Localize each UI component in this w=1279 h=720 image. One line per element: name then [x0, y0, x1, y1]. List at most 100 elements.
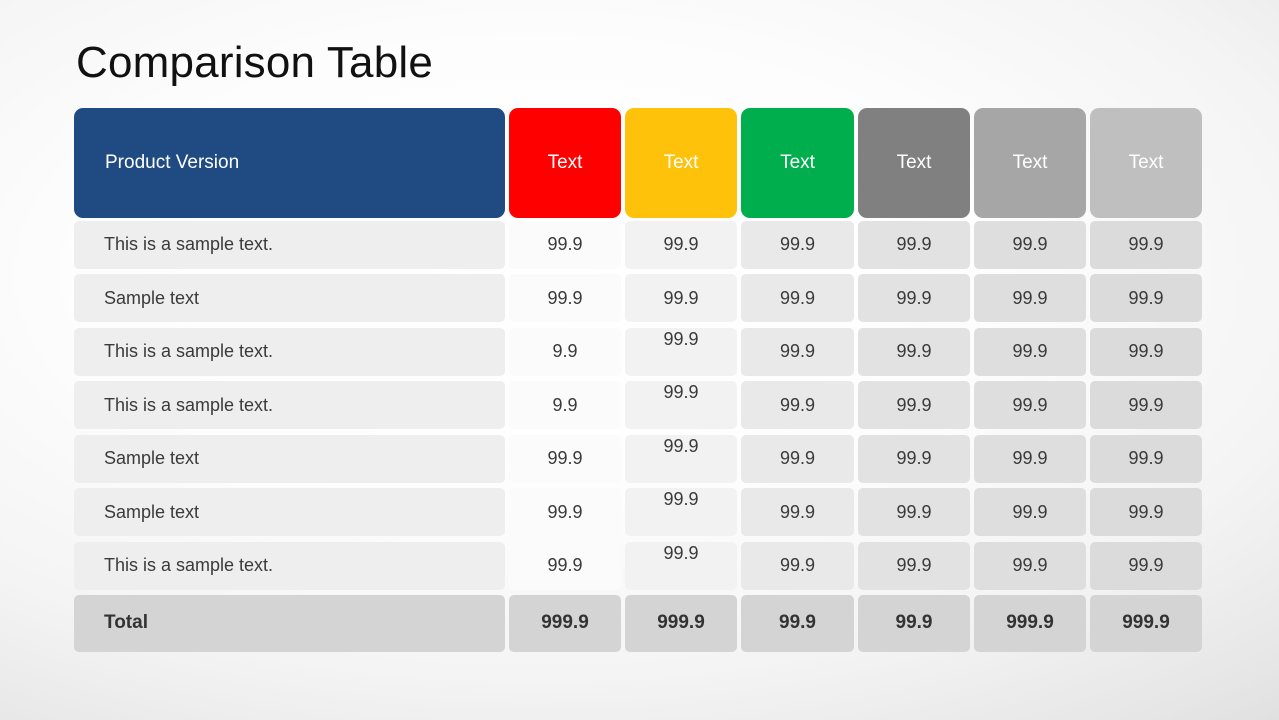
- row-value-cell[interactable]: 99.9: [974, 434, 1086, 483]
- row-value-cell[interactable]: 99.9: [625, 434, 737, 483]
- row-value-cell[interactable]: 99.9: [509, 434, 621, 483]
- row-value-cell[interactable]: 99.9: [741, 434, 854, 483]
- table-row: Sample text 99.9 99.9 99.9 99.9 99.9 99.…: [74, 272, 1206, 326]
- row-value: 99.9: [1128, 234, 1164, 254]
- row-value-cell[interactable]: 99.9: [1090, 434, 1202, 483]
- header-cell-column-3[interactable]: Text: [741, 108, 854, 218]
- row-value-cell[interactable]: 99.9: [974, 488, 1086, 536]
- total-value: 99.9: [895, 612, 933, 633]
- header-cell-column-5[interactable]: Text: [974, 108, 1086, 218]
- row-value: 99.9: [1128, 555, 1164, 575]
- row-value-cell[interactable]: 9.9: [509, 381, 621, 429]
- total-value-cell[interactable]: 99.9: [741, 594, 854, 652]
- row-value-cell[interactable]: 99.9: [974, 274, 1086, 322]
- row-value-cell[interactable]: 99.9: [1090, 381, 1202, 429]
- row-value-cell[interactable]: 99.9: [1090, 274, 1202, 322]
- row-value-cell[interactable]: 9.9: [509, 327, 621, 376]
- row-value: 99.9: [1012, 234, 1048, 254]
- row-value-cell[interactable]: 99.9: [741, 488, 854, 536]
- row-label: Sample text: [104, 287, 200, 308]
- header-label-product-version: Product Version: [105, 152, 240, 173]
- header-cell-column-4[interactable]: Text: [858, 108, 970, 218]
- row-value-cell[interactable]: 99.9: [1090, 220, 1202, 269]
- row-value: 99.9: [1012, 555, 1048, 575]
- row-value-cell[interactable]: 99.9: [741, 327, 854, 376]
- header-cell-product-version[interactable]: Product Version: [74, 108, 505, 218]
- page-title: Comparison Table: [76, 38, 434, 87]
- row-value: 99.9: [1128, 341, 1164, 361]
- row-value-cell[interactable]: 99.9: [509, 541, 621, 590]
- row-value-cell[interactable]: 99.9: [858, 381, 970, 429]
- row-value-cell[interactable]: 99.9: [625, 541, 737, 590]
- row-label-cell[interactable]: This is a sample text.: [74, 220, 505, 269]
- row-value-cell[interactable]: 99.9: [974, 327, 1086, 376]
- total-value: 999.9: [541, 612, 589, 633]
- row-value-cell[interactable]: 99.9: [625, 274, 737, 322]
- header-cell-column-1[interactable]: Text: [509, 108, 621, 218]
- row-label-cell[interactable]: Sample text: [74, 274, 505, 322]
- row-value: 99.9: [1012, 287, 1048, 308]
- total-value-cell[interactable]: 999.9: [509, 594, 621, 652]
- row-value-cell[interactable]: 99.9: [625, 488, 737, 536]
- row-value: 99.9: [896, 394, 932, 415]
- row-value: 99.9: [547, 501, 583, 522]
- total-value-cell[interactable]: 99.9: [858, 594, 970, 652]
- row-value-cell[interactable]: 99.9: [625, 381, 737, 429]
- row-value-cell[interactable]: 99.9: [1090, 327, 1202, 376]
- row-label-cell[interactable]: Sample text: [74, 488, 505, 536]
- total-value: 999.9: [1122, 612, 1170, 633]
- row-label-cell[interactable]: This is a sample text.: [74, 541, 505, 590]
- row-value-cell[interactable]: 99.9: [858, 327, 970, 376]
- header-cell-column-6[interactable]: Text: [1090, 108, 1202, 218]
- row-value-cell[interactable]: 99.9: [625, 327, 737, 376]
- row-value-cell[interactable]: 99.9: [509, 274, 621, 322]
- row-value: 99.9: [547, 234, 583, 254]
- total-value-cell[interactable]: 999.9: [1090, 594, 1202, 652]
- row-label-cell[interactable]: This is a sample text.: [74, 381, 505, 429]
- row-value-cell[interactable]: 99.9: [741, 220, 854, 269]
- row-value-cell[interactable]: 99.9: [1090, 488, 1202, 536]
- row-value: 99.9: [896, 287, 932, 308]
- row-value-cell[interactable]: 99.9: [974, 220, 1086, 269]
- total-label: Total: [104, 612, 148, 633]
- row-value-cell[interactable]: 99.9: [974, 541, 1086, 590]
- row-value-cell[interactable]: 99.9: [858, 488, 970, 536]
- row-value-cell[interactable]: 99.9: [858, 434, 970, 483]
- row-value: 99.9: [1012, 341, 1048, 361]
- row-value-cell[interactable]: 99.9: [625, 220, 737, 269]
- row-value-cell[interactable]: 99.9: [858, 541, 970, 590]
- header-label-column-2: Text: [663, 152, 699, 173]
- row-value: 99.9: [663, 542, 699, 563]
- row-label-cell[interactable]: Sample text: [74, 434, 505, 483]
- row-label: Sample text: [104, 448, 200, 468]
- row-value-cell[interactable]: 99.9: [741, 381, 854, 429]
- row-value-cell[interactable]: 99.9: [974, 381, 1086, 429]
- row-value-cell[interactable]: 99.9: [858, 220, 970, 269]
- header-cell-column-2[interactable]: Text: [625, 108, 737, 218]
- row-value: 99.9: [779, 448, 816, 468]
- total-value-cell[interactable]: 999.9: [625, 594, 737, 652]
- row-value-cell[interactable]: 99.9: [1090, 541, 1202, 590]
- row-label-cell[interactable]: This is a sample text.: [74, 327, 505, 376]
- total-value-cell[interactable]: 999.9: [974, 594, 1086, 652]
- row-value: 99.9: [1128, 448, 1164, 468]
- row-value-cell[interactable]: 99.9: [741, 274, 854, 322]
- comparison-table: Product Version Text Text Text Text Text…: [74, 108, 1206, 653]
- row-value-cell[interactable]: 99.9: [858, 274, 970, 322]
- row-value-cell[interactable]: 99.9: [509, 220, 621, 269]
- row-value: 99.9: [896, 501, 932, 522]
- total-label-cell[interactable]: Total: [74, 594, 505, 652]
- row-value: 99.9: [779, 341, 816, 361]
- row-value-cell[interactable]: 99.9: [741, 541, 854, 590]
- table-row: This is a sample text. 9.9 99.9 99.9 99.…: [74, 325, 1206, 379]
- header-label-column-4: Text: [896, 152, 932, 173]
- row-value-cell[interactable]: 99.9: [509, 488, 621, 536]
- slide-canvas: Comparison Table Product Version Text Te…: [0, 0, 1279, 720]
- row-value: 99.9: [779, 394, 816, 415]
- row-label: Sample text: [104, 501, 200, 522]
- row-value: 99.9: [1128, 394, 1164, 415]
- row-value: 99.9: [779, 555, 816, 575]
- header-label-column-6: Text: [1128, 152, 1164, 173]
- row-value: 99.9: [663, 489, 699, 509]
- table-row: This is a sample text. 9.9 99.9 99.9 99.…: [74, 379, 1206, 433]
